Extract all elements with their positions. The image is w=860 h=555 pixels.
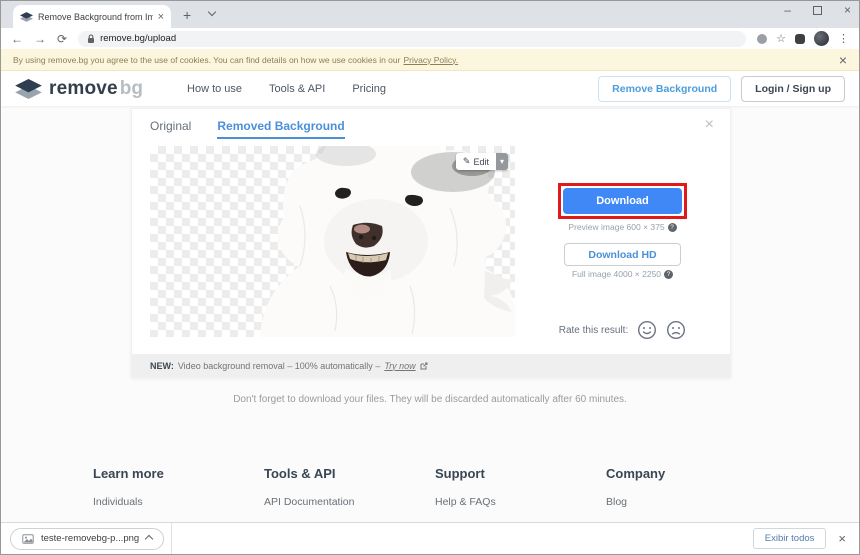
new-feature-banner: NEW: Video background removal – 100% aut… (132, 354, 730, 377)
downloaded-file-item[interactable]: teste-removebg-p...png (10, 527, 165, 550)
annotation-red-box: Download (558, 183, 687, 219)
footer-title: Tools & API (264, 466, 336, 481)
preview-caption-text: Preview image 600 × 375 (568, 222, 665, 232)
reload-button[interactable]: ⟳ (57, 33, 67, 45)
tab-removed-background[interactable]: Removed Background (217, 119, 345, 139)
downloads-bar-actions: Exibir todos × (752, 528, 850, 549)
downloads-bar: teste-removebg-p...png Exibir todos × (1, 522, 859, 554)
image-file-icon (22, 533, 34, 544)
download-item-chevron-icon[interactable] (144, 534, 154, 543)
footer-col-learn-more: Learn more Individuals (93, 466, 264, 508)
browser-toolbar: ← → ⟳ remove.bg/upload ☆ ⋮ (1, 28, 859, 49)
edit-button[interactable]: ✎ Edit ▾ (455, 153, 508, 170)
maximize-button[interactable] (812, 5, 822, 15)
edit-label: Edit (473, 156, 489, 167)
browser-tab[interactable]: Remove Background from Imag × (13, 5, 171, 28)
preview-caption: Preview image 600 × 375 ? (568, 222, 677, 232)
rate-label: Rate this result: (558, 324, 629, 336)
extensions-icon[interactable] (795, 33, 805, 44)
happy-face-icon[interactable] (637, 320, 657, 340)
show-all-downloads-button[interactable]: Exibir todos (752, 528, 827, 549)
tab-original[interactable]: Original (150, 119, 191, 139)
tab-close-icon[interactable]: × (158, 11, 164, 23)
minimize-button[interactable]: – (784, 3, 791, 17)
footer-col-support: Support Help & FAQs (435, 466, 606, 508)
bookmark-star-icon[interactable]: ☆ (776, 32, 786, 45)
panel-close-icon[interactable]: × (705, 116, 714, 134)
nav-pricing[interactable]: Pricing (352, 83, 386, 95)
browser-menu-icon[interactable]: ⋮ (838, 32, 849, 45)
sad-face-icon[interactable] (666, 320, 686, 340)
result-tabs: Original Removed Background × (132, 109, 730, 146)
browser-window: Remove Background from Imag × + – × ← → … (0, 0, 860, 555)
logo-text-primary: remove (49, 77, 118, 99)
tab-list-chevron-icon[interactable] (207, 7, 217, 17)
remove-bg-logo[interactable]: remove bg (15, 78, 143, 100)
footer-link-api-documentation[interactable]: API Documentation (264, 496, 435, 508)
site-header: remove bg How to use Tools & API Pricing … (1, 71, 859, 106)
privacy-policy-link[interactable]: Privacy Policy. (403, 55, 458, 65)
try-now-link[interactable]: Try now (384, 361, 415, 371)
new-banner-text: Video background removal – 100% automati… (177, 360, 381, 371)
address-bar[interactable]: remove.bg/upload (78, 30, 747, 47)
cookie-close-icon[interactable]: × (839, 52, 847, 68)
footer-col-company: Company Blog (606, 466, 777, 508)
forward-button[interactable]: → (34, 33, 46, 45)
discard-notice: Don't forget to download your files. The… (233, 394, 627, 405)
footer-link-individuals[interactable]: Individuals (93, 496, 264, 508)
result-image-transparent: ✎ Edit ▾ (150, 146, 515, 337)
cookie-banner: By using remove.bg you agree to the use … (1, 49, 859, 71)
full-image-caption-text: Full image 4000 × 2250 (571, 269, 662, 279)
footer-title: Company (606, 466, 666, 481)
logo-text-secondary: bg (119, 77, 144, 99)
site-footer: Learn more Individuals Tools & API API D… (1, 466, 859, 508)
nav-how-to-use[interactable]: How to use (187, 83, 242, 95)
window-close-button[interactable]: × (844, 3, 851, 17)
footer-title: Support (435, 466, 485, 481)
cookie-text: By using remove.bg you agree to the use … (13, 54, 401, 65)
download-column: Download Preview image 600 × 375 ? Downl… (515, 146, 730, 340)
footer-title: Learn more (93, 466, 164, 481)
footer-link-help-faqs[interactable]: Help & FAQs (435, 496, 606, 508)
page-body: Original Removed Background × ✎ Edit ▾ D… (1, 106, 859, 524)
new-badge: NEW: (150, 360, 174, 371)
download-hd-button[interactable]: Download HD (564, 243, 681, 266)
new-tab-button[interactable]: + (183, 7, 191, 23)
back-button[interactable]: ← (11, 33, 23, 45)
downloads-bar-close-icon[interactable]: × (838, 531, 846, 546)
page-action-icon[interactable] (757, 33, 768, 44)
toolbar-icons: ☆ ⋮ (757, 31, 849, 46)
tab-strip: Remove Background from Imag × + – × (1, 1, 859, 28)
login-signup-button[interactable]: Login / Sign up (741, 75, 845, 102)
result-content: ✎ Edit ▾ Download Preview image 600 × 37… (132, 146, 730, 340)
layers-logo-icon (15, 78, 42, 99)
edit-dropdown-caret-icon[interactable]: ▾ (495, 153, 508, 170)
main-nav: How to use Tools & API Pricing (187, 83, 386, 95)
remove-background-button[interactable]: Remove Background (598, 75, 732, 102)
external-link-icon (420, 362, 428, 369)
downloaded-filename: teste-removebg-p...png (41, 533, 140, 544)
lock-icon (88, 33, 95, 43)
dog-image (260, 146, 515, 337)
rate-result-row: Rate this result: (559, 320, 686, 340)
divider (171, 523, 173, 554)
footer-col-tools-api: Tools & API API Documentation (264, 466, 435, 508)
url-text: remove.bg/upload (100, 33, 177, 44)
header-actions: Remove Background Login / Sign up (598, 75, 845, 102)
tab-title: Remove Background from Imag (38, 11, 153, 22)
download-button[interactable]: Download (563, 188, 682, 214)
full-image-caption: Full image 4000 × 2250 ? (571, 269, 674, 279)
info-icon[interactable]: ? (664, 269, 674, 279)
profile-avatar[interactable] (814, 31, 829, 46)
remove-bg-favicon (20, 11, 33, 22)
nav-tools-api[interactable]: Tools & API (269, 83, 325, 95)
result-panel: Original Removed Background × ✎ Edit ▾ D… (131, 108, 731, 378)
info-icon[interactable]: ? (667, 222, 677, 232)
pencil-icon: ✎ (462, 156, 471, 166)
window-controls: – × (784, 3, 851, 17)
footer-link-blog[interactable]: Blog (606, 496, 777, 508)
